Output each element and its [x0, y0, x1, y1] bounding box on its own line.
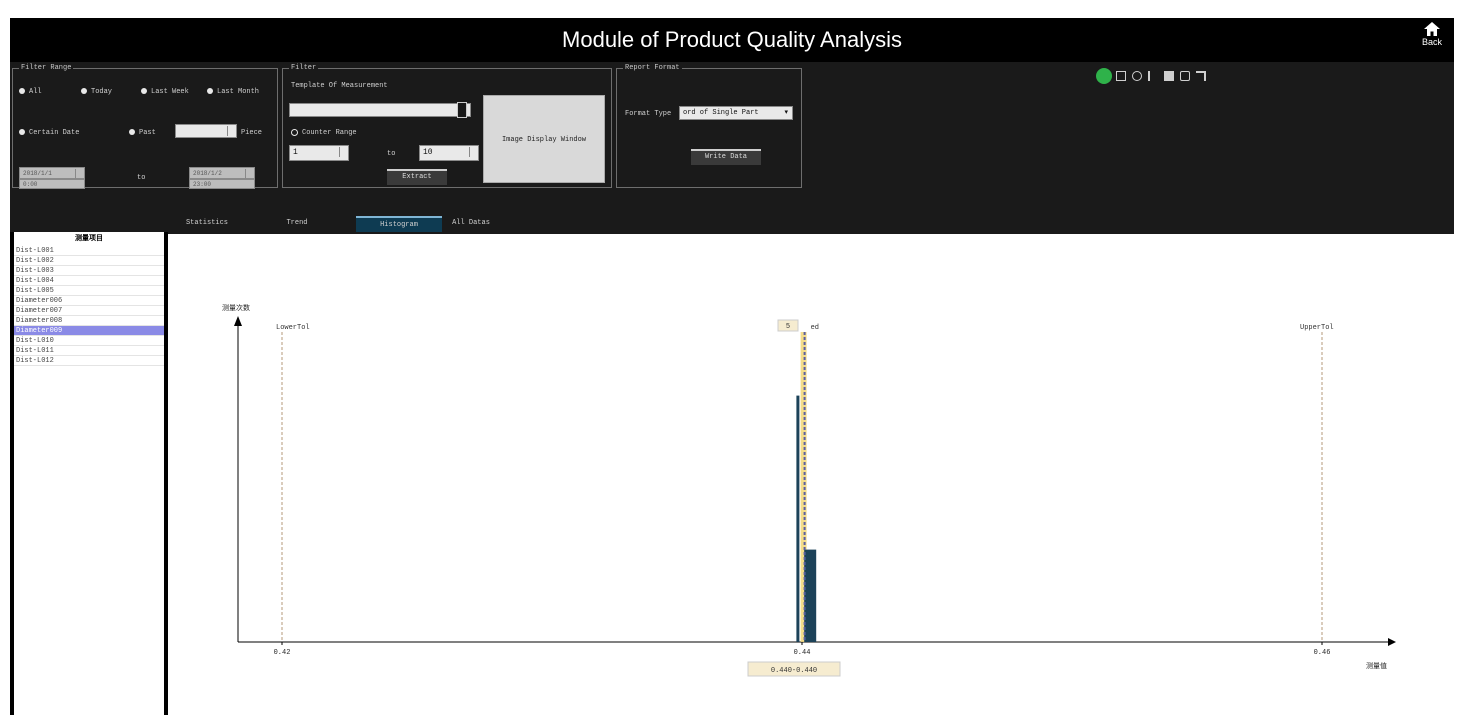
filter-group: Filter Template Of Measurement ▾ Counter…: [282, 63, 612, 188]
list-item[interactable]: Dist-L002: [14, 256, 164, 266]
ime-moon-icon[interactable]: [1132, 71, 1142, 81]
x-axis-label: 测量值: [1366, 661, 1387, 671]
radio-dot-icon: [207, 88, 213, 95]
window-title: Module of Product Quality Analysis: [562, 27, 902, 52]
x-tick-label: 0.44: [794, 649, 811, 657]
histogram-chart: 测量次数 测量值 0.42 0.44 0.46 LowerTol UpperTol ed …: [172, 234, 1454, 715]
list-item[interactable]: Dist-L003: [14, 266, 164, 276]
spin-arrows-icon[interactable]: [339, 147, 346, 157]
counter-from-input[interactable]: 1: [289, 145, 349, 161]
ime-wrench-icon[interactable]: [1196, 71, 1206, 81]
y-axis-arrow-icon: [234, 316, 242, 326]
ime-toolbar[interactable]: [1096, 68, 1220, 84]
tab-bar: Statistics Trend Histogram All Datas: [168, 210, 1454, 234]
radio-dot-icon: [81, 88, 87, 95]
ime-punct-icon[interactable]: [1148, 71, 1158, 81]
template-label: Template Of Measurement: [291, 82, 388, 90]
list-item[interactable]: Dist-L001: [14, 246, 164, 256]
measurement-list[interactable]: 测量项目 Dist-L001 Dist-L002 Dist-L003 Dist-…: [14, 232, 164, 715]
report-format-group: Report Format Format Type ord of Single …: [616, 63, 802, 188]
past-pieces-input[interactable]: [175, 124, 237, 138]
time-from-input[interactable]: 0:00: [19, 179, 85, 189]
radio-dot-icon: [141, 88, 147, 95]
extract-button[interactable]: Extract: [387, 169, 447, 185]
ime-chinese-icon[interactable]: [1116, 71, 1126, 81]
piece-label: Piece: [241, 129, 263, 137]
list-item-selected[interactable]: Diameter009: [14, 326, 164, 336]
x-axis-arrow-icon: [1388, 638, 1396, 646]
tab-all-datas[interactable]: All Datas: [444, 216, 498, 230]
template-select[interactable]: ▾: [289, 103, 471, 117]
list-item[interactable]: Dist-L004: [14, 276, 164, 286]
list-item[interactable]: Dist-L005: [14, 286, 164, 296]
cursor-value-label: 5: [786, 323, 790, 331]
filter-range-group: Filter Range All Today Last Week Last Mo…: [12, 63, 278, 189]
list-item[interactable]: Diameter007: [14, 306, 164, 316]
radio-today[interactable]: Today: [81, 87, 112, 97]
spin-arrows-icon[interactable]: [227, 126, 234, 136]
list-item[interactable]: Diameter008: [14, 316, 164, 326]
list-item[interactable]: Diameter006: [14, 296, 164, 306]
time-to-input[interactable]: 23:00: [189, 179, 255, 189]
x-tick-label: 0.46: [1314, 649, 1331, 657]
toolbar-panel: Filter Range All Today Last Week Last Mo…: [10, 62, 1454, 232]
spin-arrows-icon[interactable]: [469, 147, 476, 157]
date-from-input[interactable]: 2018/1/1: [19, 167, 85, 179]
filter-legend: Filter: [289, 63, 319, 73]
dropdown-arrow-icon: ▾: [784, 109, 788, 117]
ime-logo-icon: [1096, 68, 1112, 84]
list-item[interactable]: Dist-L010: [14, 336, 164, 346]
back-label: Back: [1421, 37, 1442, 47]
radio-past[interactable]: Past: [129, 128, 156, 138]
date-to-input[interactable]: 2018/1/2: [189, 167, 255, 179]
radio-dot-icon: [19, 129, 25, 136]
report-format-legend: Report Format: [623, 63, 682, 73]
histogram-svg: 测量次数 测量值 0.42 0.44 0.46LowerTol UpperToled …: [222, 303, 1396, 677]
x-tick-label: 0.42: [274, 649, 291, 657]
title-bar: Module of Product Quality Analysis Back: [10, 18, 1454, 62]
list-item[interactable]: Dist-L011: [14, 346, 164, 356]
tab-trend[interactable]: Trend: [272, 216, 322, 230]
format-type-select[interactable]: ord of Single Part ▾: [679, 106, 793, 120]
counter-to-input[interactable]: 10: [419, 145, 479, 161]
reference-label-mean: ed: [811, 324, 819, 332]
spin-arrows-icon[interactable]: [75, 169, 82, 179]
radio-counter-range[interactable]: Counter Range: [291, 128, 357, 138]
radio-last-month[interactable]: Last Month: [207, 87, 259, 97]
filter-range-legend: Filter Range: [19, 63, 74, 73]
radio-dot-icon: [19, 88, 25, 95]
radio-dot-icon: [129, 129, 135, 136]
side-panel: 测量项目 Dist-L001 Dist-L002 Dist-L003 Dist-…: [10, 232, 168, 715]
y-axis-label: 测量次数: [222, 303, 250, 313]
tab-histogram[interactable]: Histogram: [356, 216, 442, 232]
radio-certain-date[interactable]: Certain Date: [19, 128, 79, 138]
histogram-bar: [804, 549, 817, 642]
home-icon: [1424, 22, 1440, 36]
reference-label-uppertol: UpperTol: [1300, 324, 1334, 332]
radio-all[interactable]: All: [19, 87, 42, 97]
counter-to-label: to: [387, 150, 396, 158]
ime-user-icon[interactable]: [1180, 71, 1190, 81]
hover-range-label: 0.440-0.440: [771, 667, 817, 675]
to-label: to: [137, 174, 146, 182]
ime-keyboard-icon[interactable]: [1164, 71, 1174, 81]
list-title: 测量项目: [75, 235, 103, 243]
histogram-bar: [796, 395, 800, 642]
spin-arrows-icon[interactable]: [245, 169, 252, 179]
back-button[interactable]: Back: [1416, 22, 1448, 47]
tab-statistics[interactable]: Statistics: [182, 216, 232, 230]
format-type-label: Format Type: [625, 110, 672, 118]
list-item[interactable]: Dist-L012: [14, 356, 164, 366]
image-display-window-button[interactable]: Image Display Window: [483, 95, 605, 183]
radio-circle-icon: [291, 128, 298, 136]
write-data-button[interactable]: Write Data: [691, 149, 761, 165]
radio-last-week[interactable]: Last Week: [141, 87, 189, 97]
reference-label-lowertol: LowerTol: [276, 324, 310, 332]
template-refresh-button[interactable]: [457, 102, 467, 118]
